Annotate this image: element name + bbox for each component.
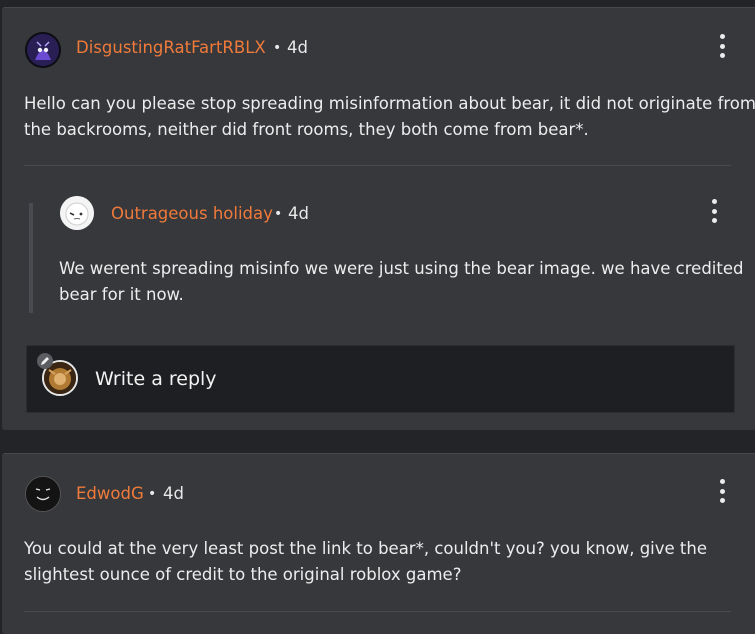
comment-body: Hello can you please stop spreading misi…	[24, 91, 755, 143]
kebab-menu-icon[interactable]	[717, 34, 727, 58]
reply-body: We werent spreading misinfo we were just…	[59, 256, 743, 308]
avatar-image	[25, 32, 61, 68]
reply-avatar[interactable]	[60, 196, 94, 230]
pencil-icon[interactable]	[37, 353, 53, 369]
comment-card: EdwodG • 4d You could at the very least …	[2, 453, 755, 634]
avatar-image	[26, 477, 60, 511]
meta-separator: •	[274, 206, 283, 222]
meta-separator: •	[273, 40, 282, 56]
kebab-menu-icon[interactable]	[709, 199, 719, 223]
meta-separator: •	[148, 486, 157, 502]
comment-body: You could at the very least post the lin…	[24, 536, 707, 588]
kebab-menu-icon[interactable]	[717, 479, 727, 503]
divider	[24, 611, 731, 612]
reply-body-line: bear for it now.	[59, 285, 184, 304]
reply-username[interactable]: Outrageous holiday	[111, 204, 273, 223]
comment-card: DisgustingRatFartRBLX • 4d Hello can you…	[2, 7, 755, 430]
comment-timestamp: 4d	[287, 38, 308, 57]
comment-timestamp: 4d	[163, 484, 184, 503]
avatar-image	[60, 196, 94, 230]
comment-username[interactable]: DisgustingRatFartRBLX	[76, 38, 266, 57]
comment-username[interactable]: EdwodG	[76, 484, 144, 503]
write-reply-input[interactable]: Write a reply	[26, 345, 735, 413]
comment-body-line: Hello can you please stop spreading misi…	[24, 94, 755, 113]
reply-body-line: We werent spreading misinfo we were just…	[59, 259, 744, 278]
comment-body-line: You could at the very least post the lin…	[24, 539, 707, 558]
comment-body-line: the backrooms, neither did front rooms, …	[24, 120, 589, 139]
reply-timestamp: 4d	[288, 204, 309, 223]
comment-body-line: slightest ounce of credit to the origina…	[24, 565, 462, 584]
user-avatar[interactable]	[25, 32, 61, 68]
divider	[24, 165, 731, 166]
write-reply-placeholder: Write a reply	[95, 368, 217, 390]
user-avatar[interactable]	[25, 476, 61, 512]
reply-thread-line	[29, 203, 33, 313]
